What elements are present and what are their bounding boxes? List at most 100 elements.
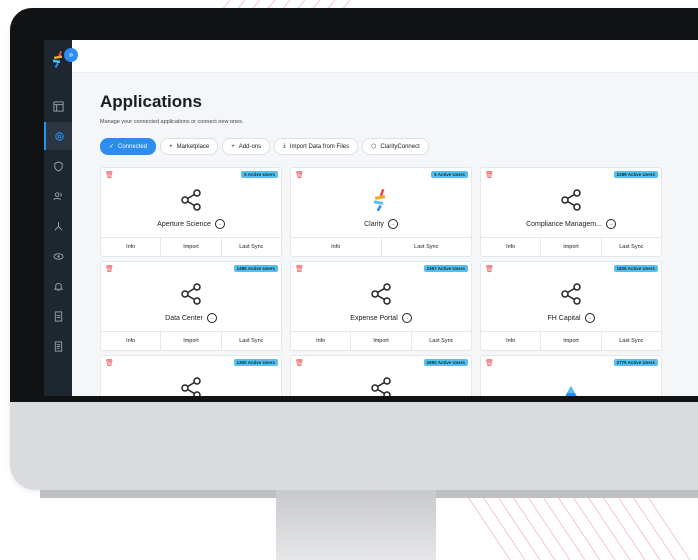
app-name[interactable]: FH Capital →	[481, 313, 661, 323]
arrow-right-icon[interactable]: →	[605, 219, 616, 229]
document-icon	[54, 310, 62, 322]
app-name[interactable]: Compliance Managem... →	[481, 219, 661, 229]
plus-icon: +	[169, 143, 173, 150]
info-button[interactable]: Info	[291, 332, 352, 350]
arrow-right-icon[interactable]: →	[401, 313, 412, 323]
cube-icon: ⬡	[371, 144, 377, 150]
share-icon	[561, 189, 581, 211]
card-actions: Info Import Last Sync	[291, 331, 471, 350]
import-button[interactable]: Import	[541, 238, 602, 256]
app-card[interactable]: 🗑 0 Active Users Aperture Science → Info…	[100, 167, 282, 257]
app-card[interactable]: 🗑 2289 Active Users Compliance Managem..…	[480, 167, 662, 257]
trash-icon[interactable]: 🗑	[485, 359, 494, 367]
sidebar-item-reports[interactable]	[44, 332, 72, 360]
trash-icon[interactable]: 🗑	[295, 265, 304, 273]
clarity-logo-icon	[373, 188, 386, 212]
status-badge: 1826 Active Users	[613, 265, 658, 272]
app-card[interactable]: 🗑 1300 Active Users	[100, 355, 282, 396]
last-sync-button[interactable]: Last Sync	[602, 332, 661, 350]
last-sync-button[interactable]: Last Sync	[222, 238, 281, 256]
sidebar-item-applications[interactable]	[44, 122, 72, 150]
trash-icon[interactable]: 🗑	[105, 359, 114, 367]
share-icon	[181, 189, 201, 211]
share-icon	[181, 377, 201, 396]
app-card[interactable]: 🗑 1485 Active Users Data Center → Info I…	[100, 261, 282, 351]
status-badge: 1300 Active Users	[233, 359, 278, 366]
bell-icon	[53, 282, 63, 291]
app-card[interactable]: 🗑 1826 Active Users FH Capital → Info Im…	[480, 261, 662, 351]
last-sync-button[interactable]: Last Sync	[382, 238, 472, 256]
shield-icon	[53, 160, 63, 172]
sidebar-item-users[interactable]	[44, 182, 72, 210]
tab-add-ons[interactable]: + Add-ons	[222, 138, 271, 155]
import-button[interactable]: Import	[161, 332, 222, 350]
card-actions: Info Import Last Sync	[481, 331, 661, 350]
top-bar	[72, 40, 698, 73]
status-badge: 5 Active Users	[431, 171, 468, 178]
sidebar-item-hierarchy[interactable]	[44, 212, 72, 240]
share-icon	[371, 377, 391, 396]
arrow-right-icon[interactable]: →	[387, 219, 398, 229]
sidebar-item-security[interactable]	[44, 152, 72, 180]
layout-icon	[52, 100, 64, 112]
arrow-right-icon[interactable]: →	[206, 313, 217, 323]
arrow-right-icon[interactable]: →	[584, 313, 595, 323]
sidebar-item-documents[interactable]	[44, 302, 72, 330]
eye-icon	[52, 252, 64, 260]
share-icon	[181, 283, 201, 305]
info-button[interactable]: Info	[101, 332, 162, 350]
app-screen: » Applications Manage your connected app…	[44, 40, 698, 396]
trash-icon[interactable]: 🗑	[485, 265, 494, 273]
plus-icon: +	[231, 143, 235, 150]
trash-icon[interactable]: 🗑	[295, 359, 304, 367]
status-badge: 2367 Active Users	[423, 265, 468, 272]
sidebar-expand-button[interactable]: »	[64, 48, 78, 62]
info-button[interactable]: Info	[481, 238, 542, 256]
arrow-right-icon[interactable]: →	[214, 219, 225, 229]
app-card[interactable]: 🗑 2650 Active Users	[290, 355, 472, 396]
tab-bar: ✓ Connected + Marketplace + Add-ons ⤓ Import…	[100, 138, 429, 155]
status-badge: 2775 Active Users	[613, 359, 658, 366]
sidebar-item-notifications[interactable]	[44, 272, 72, 300]
sidebar-item-monitoring[interactable]	[44, 242, 72, 270]
status-badge: 0 Active Users	[241, 171, 278, 178]
page-subtitle: Manage your connected applications or co…	[100, 119, 244, 125]
settings-icon	[54, 131, 64, 141]
card-actions: Info Import Last Sync	[481, 237, 661, 256]
app-name[interactable]: Clarity →	[291, 219, 471, 229]
share-icon	[561, 283, 581, 305]
upload-icon: ⤓	[283, 143, 286, 149]
import-button[interactable]: Import	[541, 332, 602, 350]
tab-marketplace[interactable]: + Marketplace	[160, 138, 219, 155]
trash-icon[interactable]: 🗑	[105, 265, 114, 273]
page-title: Applications	[100, 92, 203, 111]
app-card[interactable]: 🗑 2367 Active Users Expense Portal → Inf…	[290, 261, 472, 351]
tab-connected[interactable]: ✓ Connected	[100, 138, 157, 155]
trash-icon[interactable]: 🗑	[105, 171, 114, 179]
card-actions: Info Last Sync	[291, 237, 471, 256]
app-name[interactable]: Data Center →	[101, 313, 281, 323]
app-card[interactable]: 🗑 5 Active Users Clarity → Info Last Syn…	[290, 167, 472, 257]
status-badge: 1485 Active Users	[233, 265, 278, 272]
sidebar	[44, 40, 72, 396]
report-icon	[54, 340, 62, 352]
last-sync-button[interactable]: Last Sync	[602, 238, 661, 256]
tab-clarityconnect[interactable]: ⬡ ClarityConnect	[362, 138, 429, 155]
info-button[interactable]: Info	[481, 332, 542, 350]
app-name[interactable]: Aperture Science →	[101, 219, 281, 229]
sidebar-item-dashboard[interactable]	[44, 92, 72, 120]
info-button[interactable]: Info	[101, 238, 162, 256]
last-sync-button[interactable]: Last Sync	[412, 332, 471, 350]
app-name[interactable]: Expense Portal →	[291, 313, 471, 323]
tab-import-data[interactable]: ⤓ Import Data from Files	[274, 138, 359, 155]
trash-icon[interactable]: 🗑	[485, 171, 494, 179]
import-button[interactable]: Import	[161, 238, 222, 256]
info-button[interactable]: Info	[291, 238, 382, 256]
last-sync-button[interactable]: Last Sync	[222, 332, 281, 350]
card-actions: Info Import Last Sync	[101, 237, 281, 256]
main-content: Applications Manage your connected appli…	[72, 72, 698, 396]
app-card[interactable]: 🗑 2775 Active Users	[480, 355, 662, 396]
trash-icon[interactable]: 🗑	[295, 171, 304, 179]
import-button[interactable]: Import	[351, 332, 412, 350]
hierarchy-icon	[54, 221, 62, 230]
